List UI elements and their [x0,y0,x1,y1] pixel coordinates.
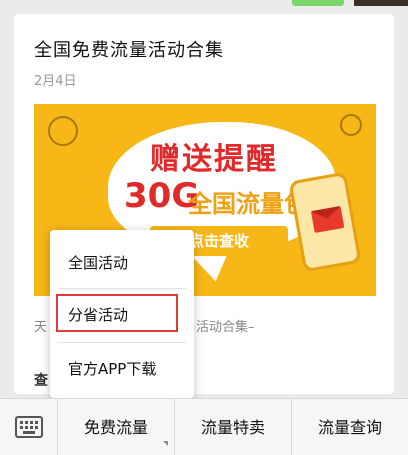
coin-decoration [48,116,78,146]
article-footer-text: 查 [34,373,48,389]
top-green-button[interactable] [292,0,344,6]
menu-tab-data-sale[interactable]: 流量特卖 [175,399,292,455]
highlight-box [56,294,178,332]
menu-tab-label: 流量查询 [317,418,382,437]
submenu-item-app-download[interactable]: 官方APP下载 [50,344,194,394]
phone-icon [288,171,362,273]
submenu-divider [58,342,186,343]
menu-tab-label: 流量特卖 [200,418,265,437]
red-envelope-icon [310,206,345,233]
article-title[interactable]: 全国免费流量活动合集 [34,36,224,62]
article-date: 2月4日 [34,74,77,89]
banner-headline: 赠送提醒 [150,142,278,177]
menu-tab-data-query[interactable]: 流量查询 [292,399,408,455]
submenu-divider [58,288,186,289]
article-snippet-start: 天 [34,320,48,335]
menu-tab-free-data[interactable]: 免费流量 [58,399,175,455]
bottom-menu-bar: 免费流量 流量特卖 流量查询 [0,398,408,455]
menu-tab-label: 免费流量 [83,418,148,437]
submenu-item-national[interactable]: 全国活动 [50,238,194,288]
top-strip [0,0,408,6]
article-snippet-end: 活动合集– [196,320,255,335]
keyboard-toggle-button[interactable] [0,399,58,455]
keyboard-icon [15,416,43,438]
coin-decoration [340,114,362,136]
submenu-indicator-icon [163,441,168,446]
top-avatar[interactable] [354,0,408,6]
